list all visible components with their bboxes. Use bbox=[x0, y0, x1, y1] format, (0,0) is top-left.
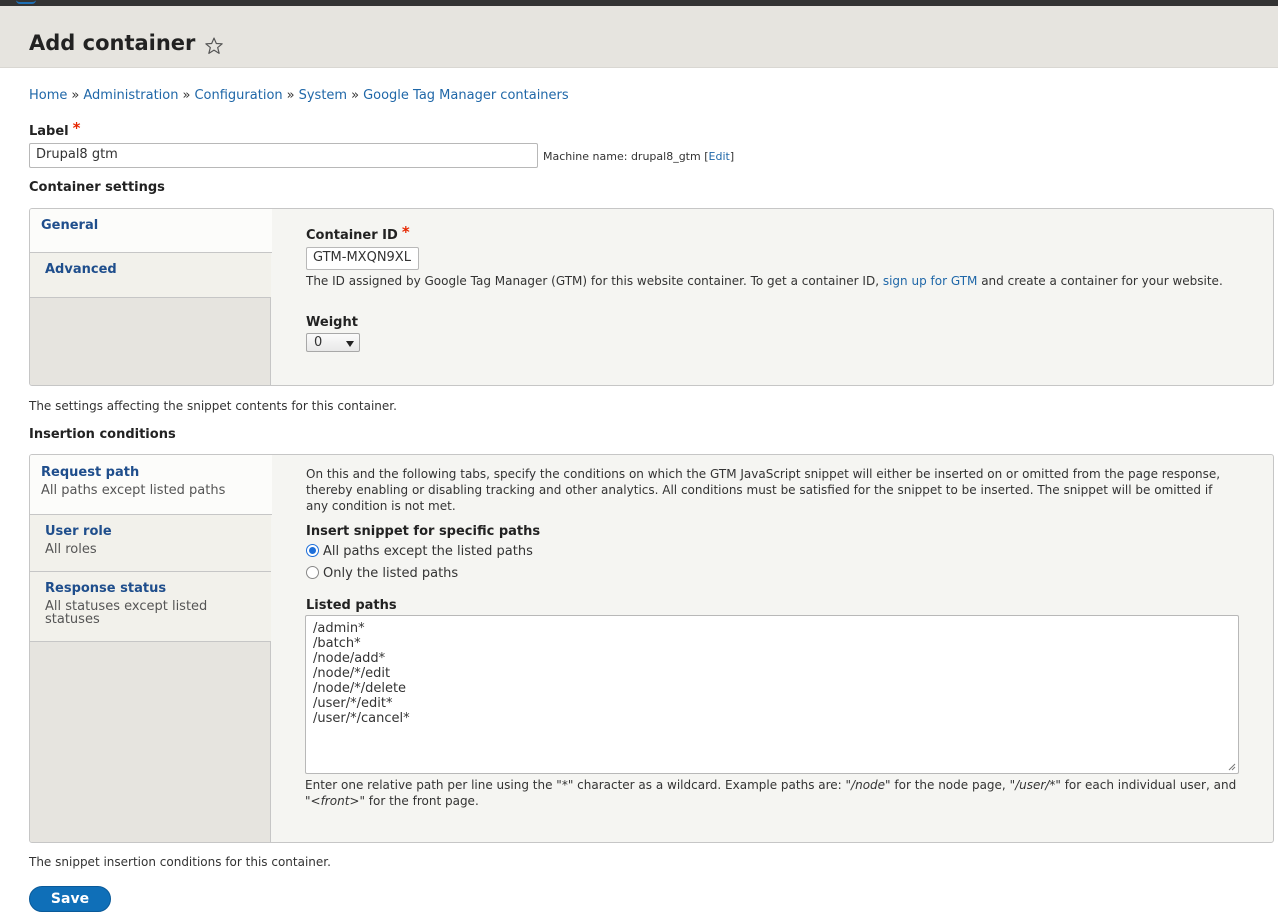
breadcrumb-gtm-containers[interactable]: Google Tag Manager containers bbox=[363, 88, 569, 103]
tab-general[interactable]: General bbox=[30, 209, 272, 253]
breadcrumb-administration[interactable]: Administration bbox=[83, 88, 178, 103]
label-field-label: Label * bbox=[29, 119, 81, 139]
breadcrumb-system[interactable]: System bbox=[299, 88, 347, 103]
tab-summary: All paths except listed paths bbox=[41, 483, 226, 498]
radio-button[interactable] bbox=[306, 544, 319, 557]
tab-response-status[interactable]: Response status All statuses except list… bbox=[30, 572, 271, 642]
radio-only-listed[interactable]: Only the listed paths bbox=[306, 566, 458, 582]
listed-paths-help: Enter one relative path per line using t… bbox=[305, 778, 1237, 808]
container-settings-heading: Container settings bbox=[29, 180, 165, 195]
machine-name: Machine name: drupal8_gtm [Edit] bbox=[543, 150, 735, 163]
insertion-intro: On this and the following tabs, specify … bbox=[306, 467, 1221, 513]
required-marker: * bbox=[72, 119, 81, 137]
page-title: Add container bbox=[29, 31, 196, 55]
weight-label: Weight bbox=[306, 315, 358, 330]
breadcrumb: Home» Administration» Configuration» System… bbox=[29, 88, 569, 104]
breadcrumb-separator: » bbox=[182, 88, 191, 103]
tab-request-path[interactable]: Request path All paths except listed pat… bbox=[30, 455, 272, 515]
breadcrumb-separator: » bbox=[351, 88, 360, 103]
label-input[interactable]: Drupal8 gtm bbox=[29, 143, 538, 168]
weight-select[interactable]: 0 bbox=[306, 333, 360, 352]
listed-paths-label: Listed paths bbox=[306, 598, 397, 613]
breadcrumb-configuration[interactable]: Configuration bbox=[194, 88, 282, 103]
tab-summary: All roles bbox=[45, 542, 97, 557]
insertion-conditions-heading: Insertion conditions bbox=[29, 427, 176, 442]
tab-advanced[interactable]: Advanced bbox=[30, 253, 271, 298]
sign-up-gtm-link[interactable]: sign up for GTM bbox=[883, 274, 978, 288]
breadcrumb-separator: » bbox=[71, 88, 80, 103]
dropdown-arrow-icon bbox=[346, 341, 354, 347]
insert-snippet-label: Insert snippet for specific paths bbox=[306, 524, 541, 539]
machine-name-edit-link[interactable]: Edit bbox=[709, 150, 730, 163]
container-settings-description: The settings affecting the snippet conte… bbox=[29, 399, 397, 413]
listed-paths-textarea[interactable]: /admin* /batch* /node/add* /node/*/edit … bbox=[305, 615, 1239, 774]
resize-handle-icon[interactable] bbox=[1228, 763, 1236, 771]
breadcrumb-home[interactable]: Home bbox=[29, 88, 67, 103]
container-id-input[interactable]: GTM-MXQN9XL bbox=[306, 247, 419, 270]
container-settings-tabs: General Advanced Container ID * GTM-MXQN9… bbox=[29, 208, 1274, 386]
tab-user-role[interactable]: User role All roles bbox=[30, 515, 271, 572]
insertion-conditions-description: The snippet insertion conditions for thi… bbox=[29, 855, 331, 869]
tab-summary: All statuses except listed statuses bbox=[45, 599, 208, 627]
radio-button[interactable] bbox=[306, 566, 319, 579]
toolbar-icon[interactable] bbox=[16, 0, 36, 4]
required-marker: * bbox=[401, 223, 410, 241]
save-button[interactable]: Save bbox=[29, 886, 111, 912]
container-id-label: Container ID * bbox=[306, 223, 410, 243]
radio-all-except-listed[interactable]: All paths except the listed paths bbox=[306, 544, 533, 560]
container-id-description: The ID assigned by Google Tag Manager (G… bbox=[306, 274, 1223, 288]
shortcut-star-icon[interactable] bbox=[204, 36, 224, 56]
breadcrumb-separator: » bbox=[286, 88, 295, 103]
